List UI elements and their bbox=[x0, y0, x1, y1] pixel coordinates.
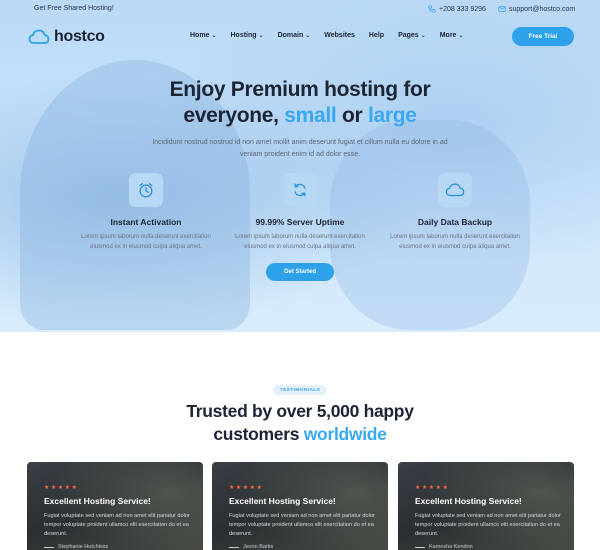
testimonial-author: Jevon Barks bbox=[229, 544, 273, 550]
chevron-down-icon: ⌄ bbox=[420, 33, 426, 39]
nav-label: Hosting bbox=[230, 32, 257, 39]
get-started-button[interactable]: Get Started bbox=[266, 263, 334, 281]
top-bar: Get Free Shared Hosting! +208 333 9296 s… bbox=[0, 0, 600, 18]
nav-item-help[interactable]: Help bbox=[369, 32, 384, 39]
hero-title: Enjoy Premium hosting for everyone, smal… bbox=[0, 77, 600, 129]
nav-label: Domain bbox=[277, 32, 304, 39]
testimonials-title-line2: customers worldwide bbox=[0, 423, 600, 446]
nav-label: Pages bbox=[398, 32, 419, 39]
phone-link[interactable]: +208 333 9296 bbox=[428, 5, 486, 13]
testimonial-text: Fugiat voluptate sed veniam ad non amet … bbox=[44, 513, 190, 537]
cloud-icon bbox=[28, 29, 50, 44]
feature-title: 99.99% Server Uptime bbox=[255, 217, 345, 227]
rating-stars: ★★★★★ bbox=[229, 485, 264, 491]
hero-title-accent: large bbox=[367, 104, 417, 127]
testimonial-author: Kamesha Kendon bbox=[415, 544, 473, 550]
testimonials-tag: TESTIMONIALS bbox=[273, 385, 327, 395]
testimonial-card: ★★★★★ Excellent Hosting Service! Fugiat … bbox=[398, 462, 574, 550]
feature-description: Lorem ipsum laborum nulla deserunt exerc… bbox=[81, 234, 211, 250]
feature-title: Daily Data Backup bbox=[417, 217, 493, 227]
hero-subtitle: Incididunt nostrud nostrud id non amet m… bbox=[152, 139, 448, 158]
hero-title-word: everyone, bbox=[183, 104, 279, 127]
brand-name: hostco bbox=[54, 28, 105, 45]
nav-item-hosting[interactable]: Hosting ⌄ bbox=[230, 32, 263, 39]
feature-icon-box bbox=[129, 173, 163, 207]
author-name: Stephanie Hutchkiss bbox=[58, 544, 109, 550]
hero-title-word: or bbox=[342, 104, 363, 127]
testimonial-card: ★★★★★ Excellent Hosting Service! Fugiat … bbox=[27, 462, 203, 550]
testimonials-title-accent: worldwide bbox=[303, 424, 387, 444]
feature-icon-box bbox=[283, 173, 317, 207]
author-dash bbox=[415, 546, 425, 548]
testimonial-text: Fugiat voluptate sed veniam ad non amet … bbox=[229, 513, 375, 537]
testimonials-title: Trusted by over 5,000 happy customers wo… bbox=[0, 400, 600, 446]
hero-title-accent: small bbox=[284, 104, 337, 127]
nav-label: Websites bbox=[324, 32, 355, 39]
feature-data-backup: Daily Data Backup Lorem ipsum laborum nu… bbox=[385, 173, 525, 252]
clock-icon bbox=[139, 183, 153, 198]
nav-item-websites[interactable]: Websites bbox=[324, 32, 355, 39]
rating-stars: ★★★★★ bbox=[415, 485, 450, 491]
hero-title-line2: everyone, small or large bbox=[0, 103, 600, 129]
main-nav: Home ⌄ Hosting ⌄ Domain ⌄ Websites Help Pag… bbox=[190, 32, 477, 39]
testimonial-text: Fugiat voluptate sed veniam ad non amet … bbox=[415, 513, 561, 537]
nav-label: More bbox=[439, 32, 457, 39]
free-trial-button[interactable]: Free Trial bbox=[512, 27, 574, 46]
hero-title-line1: Enjoy Premium hosting for bbox=[169, 78, 431, 101]
cloud-icon bbox=[445, 183, 465, 197]
promo-link[interactable]: Get Free Shared Hosting! bbox=[34, 5, 114, 12]
author-dash bbox=[44, 546, 54, 548]
feature-description: Lorem ipsum laborum nulla deserunt exerc… bbox=[390, 234, 520, 250]
nav-item-more[interactable]: More ⌄ bbox=[440, 32, 464, 39]
email-address: support@hostco.com bbox=[509, 5, 576, 13]
testimonial-author: Stephanie Hutchkiss bbox=[44, 544, 108, 550]
testimonials-title-line1: Trusted by over 5,000 happy bbox=[186, 401, 414, 421]
email-link[interactable]: support@hostco.com bbox=[498, 5, 575, 13]
feature-title: Instant Activation bbox=[110, 217, 182, 227]
rating-stars: ★★★★★ bbox=[44, 485, 79, 491]
refresh-icon bbox=[294, 183, 306, 197]
feature-icon-box bbox=[438, 173, 472, 207]
testimonial-card: ★★★★★ Excellent Hosting Service! Fugiat … bbox=[212, 462, 388, 550]
nav-item-domain[interactable]: Domain ⌄ bbox=[278, 32, 311, 39]
nav-label: Home bbox=[190, 32, 210, 39]
author-name: Jevon Barks bbox=[243, 544, 274, 550]
nav-item-pages[interactable]: Pages ⌄ bbox=[398, 32, 426, 39]
nav-label: Help bbox=[368, 32, 385, 39]
feature-instant-activation: Instant Activation Lorem ipsum laborum n… bbox=[76, 173, 216, 252]
phone-number: +208 333 9296 bbox=[439, 5, 486, 13]
author-dash bbox=[229, 546, 239, 548]
chevron-down-icon: ⌄ bbox=[211, 33, 217, 39]
chevron-down-icon: ⌄ bbox=[258, 33, 264, 39]
testimonial-title: Excellent Hosting Service! bbox=[44, 496, 151, 506]
mail-icon bbox=[498, 6, 506, 12]
testimonials-title-word: customers bbox=[213, 424, 300, 444]
logo[interactable]: hostco bbox=[28, 28, 105, 46]
phone-icon bbox=[428, 5, 436, 13]
nav-item-home[interactable]: Home ⌄ bbox=[190, 32, 216, 39]
testimonial-title: Excellent Hosting Service! bbox=[415, 496, 522, 506]
author-name: Kamesha Kendon bbox=[429, 544, 473, 550]
chevron-down-icon: ⌄ bbox=[458, 33, 464, 39]
testimonial-title: Excellent Hosting Service! bbox=[229, 496, 336, 506]
feature-description: Lorem ipsum laborum nulla deserunt exerc… bbox=[235, 234, 365, 250]
feature-server-uptime: 99.99% Server Uptime Lorem ipsum laborum… bbox=[230, 173, 370, 252]
chevron-down-icon: ⌄ bbox=[305, 33, 311, 39]
hero-section bbox=[0, 0, 600, 332]
